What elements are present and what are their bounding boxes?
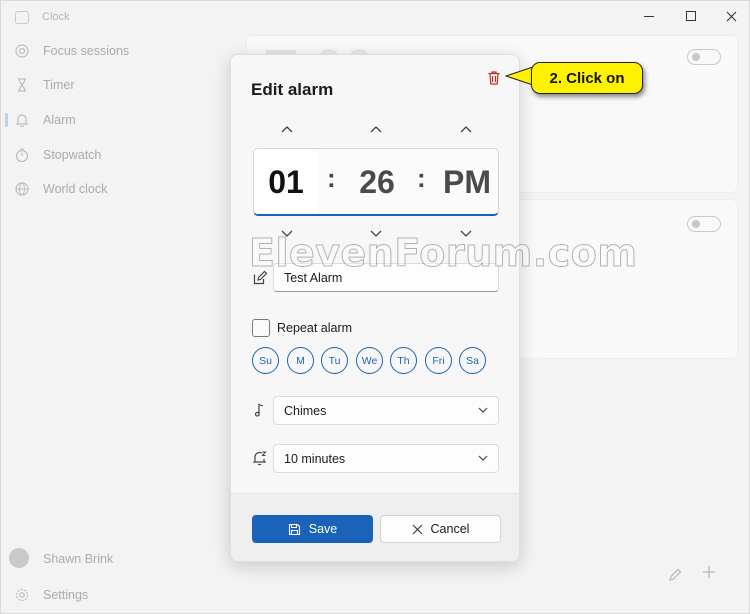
day-toggle-monday[interactable]: M <box>287 347 314 374</box>
close-button[interactable] <box>713 4 749 28</box>
repeat-alarm-checkbox[interactable] <box>252 319 270 337</box>
cancel-button[interactable]: Cancel <box>380 515 501 543</box>
settings-button[interactable]: Settings <box>5 580 235 610</box>
edit-alarms-button[interactable] <box>667 567 683 588</box>
sound-select[interactable]: Chimes <box>273 396 499 425</box>
snooze-icon <box>252 450 268 466</box>
app-title: Clock <box>42 11 70 23</box>
snooze-value: 10 minutes <box>284 452 346 466</box>
focus-icon <box>15 44 29 58</box>
snooze-select[interactable]: 10 minutes <box>273 444 499 473</box>
save-label: Save <box>308 522 338 536</box>
day-toggle-friday[interactable]: Fri <box>425 347 452 374</box>
close-icon <box>726 11 736 21</box>
time-separator: : <box>327 163 336 193</box>
bell-icon <box>15 113 29 128</box>
time-separator: : <box>417 163 426 193</box>
day-toggle-saturday[interactable]: Sa <box>459 347 486 374</box>
cancel-label: Cancel <box>430 522 470 536</box>
sidebar-item-label: Focus sessions <box>43 44 130 58</box>
edit-alarm-dialog: Edit alarm 01 : 26 : PM Test Alarm Repea… <box>230 54 520 562</box>
stopwatch-icon <box>15 148 29 163</box>
chevron-up-icon <box>281 126 293 133</box>
hour-up-button[interactable] <box>280 125 294 135</box>
gear-icon <box>15 588 29 607</box>
add-alarm-button[interactable] <box>701 563 717 586</box>
watermark: ElevenForum.com <box>248 231 638 276</box>
music-note-icon <box>252 402 268 418</box>
chevron-up-icon <box>460 126 472 133</box>
day-toggle-tuesday[interactable]: Tu <box>321 347 348 374</box>
dialog-footer: Save Cancel <box>231 493 519 561</box>
maximize-button[interactable] <box>673 4 709 28</box>
dialog-title: Edit alarm <box>251 80 334 99</box>
title-bar: Clock <box>1 1 749 33</box>
time-picker[interactable]: 01 : 26 : PM <box>253 148 499 216</box>
maximize-icon <box>686 11 696 21</box>
sidebar-item-stopwatch[interactable]: Stopwatch <box>5 140 235 170</box>
repeat-alarm-label[interactable]: Repeat alarm <box>277 321 352 335</box>
save-icon <box>288 523 300 535</box>
clock-window: Clock Focus sessions Timer Alarm Stopwat… <box>0 0 750 614</box>
alarm-toggle[interactable] <box>687 216 721 232</box>
sidebar-item-label: World clock <box>43 182 108 196</box>
sidebar-item-alarm[interactable]: Alarm <box>5 105 235 135</box>
day-toggle-wednesday[interactable]: We <box>356 347 383 374</box>
ampm-up-button[interactable] <box>459 125 473 135</box>
sidebar-item-label: Timer <box>43 78 75 92</box>
chevron-down-icon <box>478 455 488 461</box>
hour-value[interactable]: 01 <box>254 149 318 214</box>
sidebar-item-world-clock[interactable]: World clock <box>5 174 235 204</box>
ampm-value[interactable]: PM <box>434 149 498 214</box>
sidebar-item-label: Stopwatch <box>43 148 102 162</box>
minute-value[interactable]: 26 <box>344 149 410 214</box>
close-icon <box>412 524 422 534</box>
sound-value: Chimes <box>284 404 327 418</box>
annotation-callout: 2. Click on <box>531 62 643 94</box>
globe-icon <box>15 182 29 196</box>
plus-icon <box>703 566 715 578</box>
save-button[interactable]: Save <box>252 515 373 543</box>
day-toggle-thursday[interactable]: Th <box>390 347 417 374</box>
alarm-toggle[interactable] <box>687 49 721 65</box>
account-name: Shawn Brink <box>43 552 114 566</box>
clock-app-icon <box>15 11 29 24</box>
sidebar-item-timer[interactable]: Timer <box>5 70 235 100</box>
account-button[interactable]: Shawn Brink <box>5 544 235 574</box>
sidebar-item-label: Alarm <box>43 113 76 127</box>
minimize-button[interactable] <box>631 4 667 28</box>
pencil-icon <box>669 568 682 581</box>
minimize-icon <box>644 15 654 17</box>
sidebar-item-focus-sessions[interactable]: Focus sessions <box>5 36 235 66</box>
minute-up-button[interactable] <box>369 125 383 135</box>
hourglass-icon <box>15 78 29 92</box>
chevron-up-icon <box>370 126 382 133</box>
settings-label: Settings <box>43 588 89 602</box>
trash-icon <box>488 71 500 85</box>
day-toggle-sunday[interactable]: Su <box>252 347 279 374</box>
chevron-down-icon <box>478 407 488 413</box>
delete-alarm-button[interactable] <box>486 70 506 90</box>
